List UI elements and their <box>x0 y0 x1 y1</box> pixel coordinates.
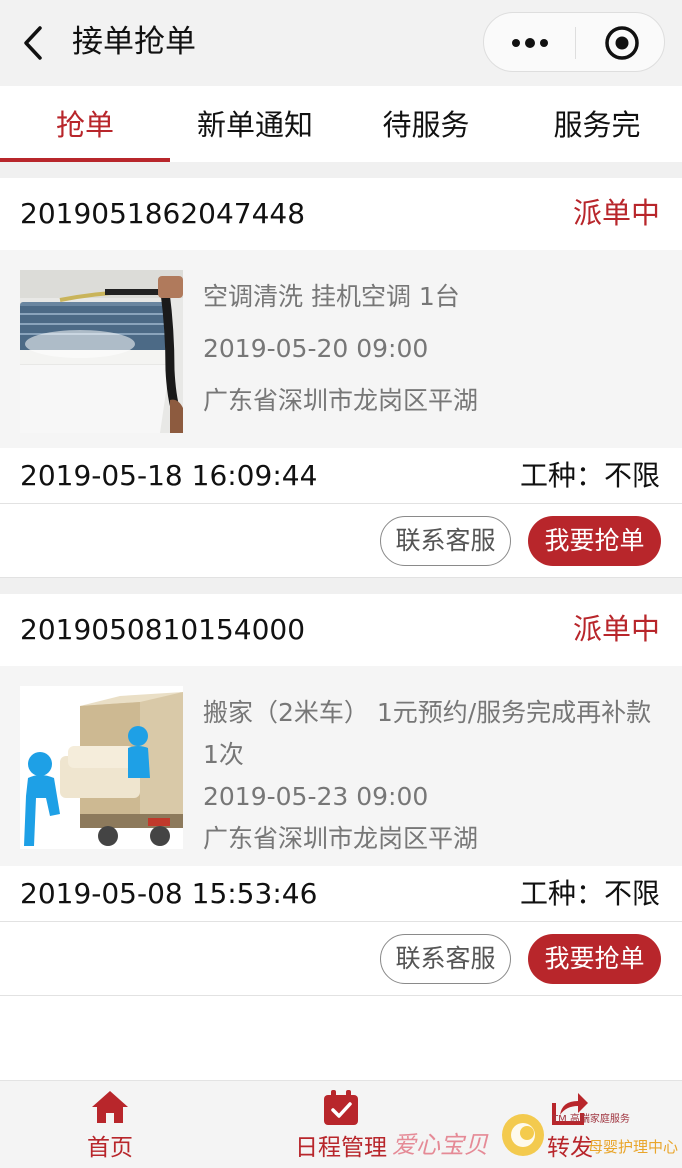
watermark-care-text: 母婴护理中心 <box>588 1138 679 1156</box>
moving-truck-image <box>20 686 183 849</box>
order-meta: 2019-05-18 16:09:44 工种：不限 <box>0 448 682 504</box>
created-time: 2019-05-18 16:09:44 <box>20 459 318 492</box>
order-header: 2019050810154000 派单中 <box>0 594 682 666</box>
calendar-check-icon <box>324 1090 358 1125</box>
nav-label: 首页 <box>87 1135 133 1161</box>
order-id: 2019050810154000 <box>20 613 306 646</box>
order-actions: 联系客服 我要抢单 <box>0 504 682 578</box>
target-circle-icon[interactable] <box>604 25 640 61</box>
appointment-time: 2019-05-20 09:00 <box>203 334 429 363</box>
capsule-divider <box>575 27 576 59</box>
contact-service-button[interactable]: 联系客服 <box>380 516 511 566</box>
service-desc: 搬家（2米车） 1元预约/服务完成再补款 1次 <box>203 698 652 769</box>
home-icon <box>92 1091 128 1123</box>
nav-schedule[interactable]: 日程管理 <box>285 1081 397 1168</box>
created-time: 2019-05-08 15:53:46 <box>20 877 318 910</box>
tab-service-done[interactable]: 服务完 <box>512 86 682 162</box>
section-gap <box>0 162 682 178</box>
tab-new-notice[interactable]: 新单通知 <box>170 86 340 162</box>
order-detail[interactable]: 搬家（2米车） 1元预约/服务完成再补款 1次 2019-05-23 09:00… <box>0 666 682 866</box>
order-meta: 2019-05-08 15:53:46 工种：不限 <box>0 866 682 922</box>
order-header: 2019051862047448 派单中 <box>0 178 682 250</box>
contact-service-button[interactable]: 联系客服 <box>380 934 511 984</box>
watermark-text: 爱心宝贝 <box>392 1131 488 1159</box>
order-tabs: 抢单 新单通知 待服务 服务完 <box>0 86 682 162</box>
top-bar: 接单抢单 <box>0 0 682 86</box>
nav-home[interactable]: 首页 <box>40 1081 180 1168</box>
work-type: 工种：不限 <box>519 459 660 492</box>
section-gap <box>0 578 682 594</box>
grab-order-button[interactable]: 我要抢单 <box>528 934 661 984</box>
aircon-cleaning-image <box>20 270 183 433</box>
chevron-left-icon[interactable] <box>18 24 50 62</box>
order-status: 派单中 <box>572 196 660 230</box>
order-detail[interactable]: 空调清洗 挂机空调 1台 2019-05-20 09:00 广东省深圳市龙岗区平… <box>0 250 682 448</box>
more-dots-icon[interactable] <box>510 33 550 53</box>
watermark-logo-icon <box>502 1114 544 1156</box>
service-address: 广东省深圳市龙岗区平湖 <box>203 386 479 415</box>
service-desc: 空调清洗 挂机空调 1台 <box>203 282 460 311</box>
grab-order-button[interactable]: 我要抢单 <box>528 516 661 566</box>
nav-label: 日程管理 <box>295 1135 387 1161</box>
order-card: 2019050810154000 派单中 搬家（2米车） 1元预约/服务完成再补… <box>0 594 682 996</box>
appointment-time: 2019-05-23 09:00 <box>203 782 429 811</box>
watermark-tagline: TM 高端家庭服务 <box>552 1114 630 1125</box>
order-actions: 联系客服 我要抢单 <box>0 922 682 996</box>
page-title: 接单抢单 <box>72 24 196 60</box>
order-id: 2019051862047448 <box>20 197 306 230</box>
order-status: 派单中 <box>572 612 660 646</box>
mini-program-capsule <box>483 12 665 72</box>
service-address: 广东省深圳市龙岗区平湖 <box>203 824 479 853</box>
work-type: 工种：不限 <box>519 877 660 910</box>
order-card: 2019051862047448 派单中 空调清洗 挂机空调 1台 2019-0… <box>0 178 682 578</box>
tab-grab[interactable]: 抢单 <box>0 86 170 162</box>
order-info: 空调清洗 挂机空调 1台 2019-05-20 09:00 广东省深圳市龙岗区平… <box>203 276 663 432</box>
order-info: 搬家（2米车） 1元预约/服务完成再补款 1次 2019-05-23 09:00… <box>203 692 663 870</box>
tab-pending-service[interactable]: 待服务 <box>341 86 511 162</box>
